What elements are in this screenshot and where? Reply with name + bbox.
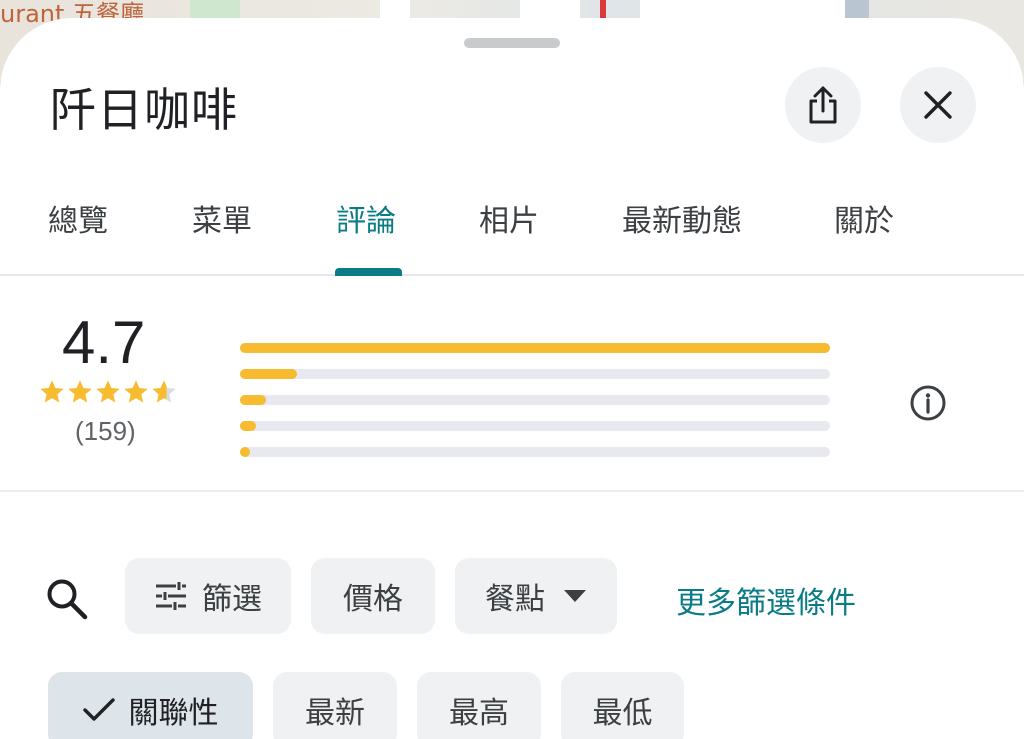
- star-icon: [124, 380, 148, 403]
- rating-bar-5: [240, 343, 830, 353]
- star-icon: [68, 380, 92, 403]
- sort-lowest-chip[interactable]: 最低: [561, 672, 684, 739]
- search-icon[interactable]: [44, 576, 90, 622]
- star-rating: [38, 378, 178, 406]
- sort-relevance-chip[interactable]: 關聯性: [48, 672, 253, 739]
- sort-highest-chip[interactable]: 最高: [417, 672, 541, 739]
- review-count: (159): [75, 416, 136, 446]
- sort-newest-chip[interactable]: 最新: [273, 672, 397, 739]
- tab-about[interactable]: 關於: [834, 196, 894, 240]
- dishes-chip[interactable]: 餐點: [455, 558, 617, 634]
- filter-chip-label: 篩選: [202, 582, 262, 617]
- filter-row: 篩選 價格 餐點 更多篩選條件: [0, 558, 1024, 638]
- filter-chip[interactable]: 篩選: [125, 558, 291, 634]
- close-icon: [924, 91, 952, 119]
- tab-reviews[interactable]: 評論: [336, 196, 396, 240]
- rating-bar-4: [240, 369, 830, 379]
- sort-relevance-label: 關聯性: [128, 696, 219, 731]
- active-tab-indicator: [335, 268, 402, 276]
- price-chip[interactable]: 價格: [311, 558, 435, 634]
- tab-updates[interactable]: 最新動態: [622, 196, 742, 240]
- rating-bar-fill-1: [240, 447, 250, 457]
- star-icon: [96, 380, 120, 403]
- check-icon: [82, 697, 115, 723]
- place-title: 阡日咖啡: [50, 83, 238, 137]
- tab-photos[interactable]: 相片: [479, 196, 539, 240]
- more-filters-link[interactable]: 更多篩選條件: [676, 578, 856, 622]
- share-button[interactable]: [785, 67, 861, 143]
- info-icon[interactable]: [908, 383, 948, 423]
- tab-menu[interactable]: 菜單: [192, 196, 252, 240]
- rating-bar-2: [240, 421, 830, 431]
- sort-lowest-label: 最低: [592, 696, 653, 731]
- tab-bar: 總覽 菜單 評論 相片 最新動態 關於: [0, 168, 1024, 276]
- price-chip-label: 價格: [343, 582, 403, 617]
- sort-row: 關聯性 最新 最高 最低: [0, 672, 1024, 739]
- tab-overview[interactable]: 總覽: [48, 196, 108, 240]
- rating-bar-fill-3: [240, 395, 266, 405]
- dishes-chip-label: 餐點: [485, 582, 545, 617]
- close-button[interactable]: [900, 67, 976, 143]
- tune-icon: [154, 581, 188, 611]
- sheet-grabber[interactable]: [464, 38, 560, 48]
- rating-bar-1: [240, 447, 830, 457]
- rating-bar-3: [240, 395, 830, 405]
- rating-bar-fill-5: [240, 343, 830, 353]
- map-road: [640, 0, 860, 18]
- place-sheet: 阡日咖啡 總覽 菜單 評論 相片 最新動態 關於 4.7 (159) 篩選 價格…: [0, 18, 1024, 739]
- rating-bar-fill-4: [240, 369, 297, 379]
- sort-highest-label: 最高: [449, 696, 509, 731]
- half-star-icon: [152, 380, 176, 403]
- sort-newest-label: 最新: [305, 696, 365, 731]
- rating-bar-fill-2: [240, 421, 256, 431]
- rating-summary: 4.7 (159): [0, 278, 1024, 492]
- caret-down-icon: [563, 589, 587, 603]
- star-icon: [40, 380, 64, 403]
- rating-score: 4.7: [62, 309, 146, 376]
- share-icon: [809, 86, 837, 124]
